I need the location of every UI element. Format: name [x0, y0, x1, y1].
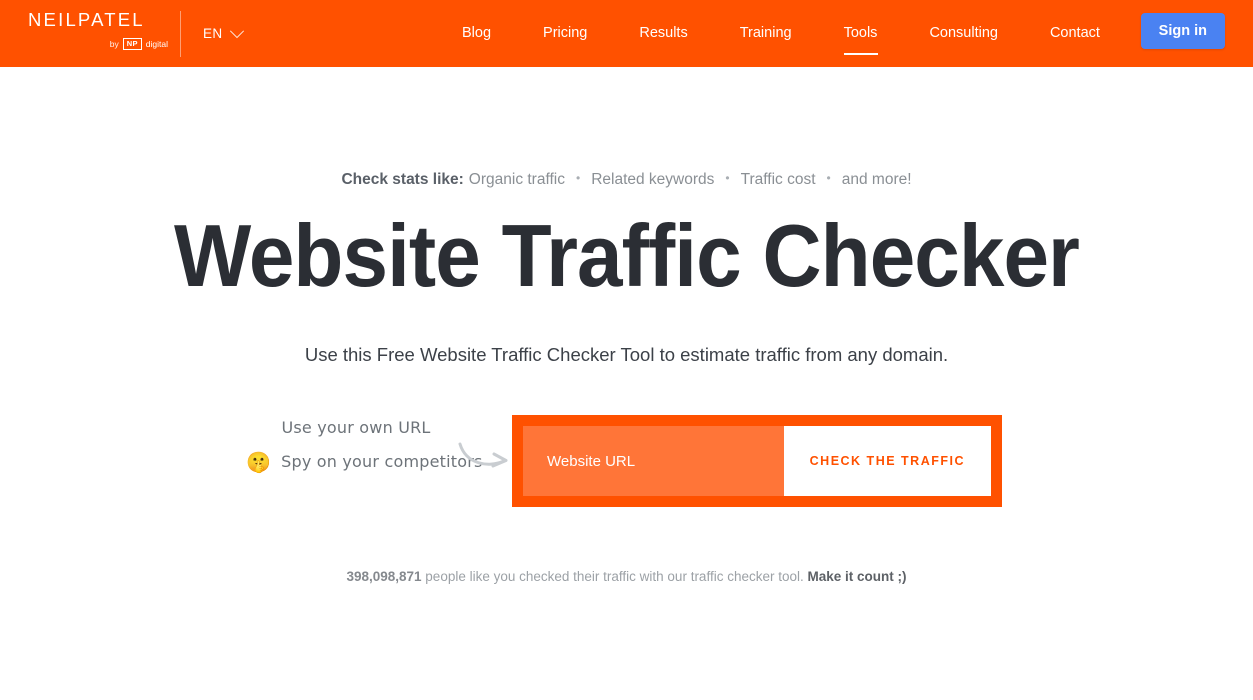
stats-label: Check stats like: — [341, 171, 464, 188]
nav-item-blog[interactable]: Blog — [436, 26, 517, 41]
stats-item-traffic-cost: Traffic cost — [740, 171, 816, 188]
nav-item-training[interactable]: Training — [714, 26, 818, 41]
nav-item-pricing[interactable]: Pricing — [517, 26, 613, 41]
page-title: Website Traffic Checker — [173, 205, 1080, 305]
stats-item-organic-traffic: Organic traffic — [468, 171, 565, 188]
search-form-row: Use your own URL 🤫 Spy on your competito… — [0, 410, 1253, 510]
annotation-spy-on-competitors: Spy on your competitors — [281, 452, 483, 471]
traffic-search-box: CHECK THE TRAFFIC — [512, 415, 1002, 507]
logo-np-mark: NP — [122, 38, 142, 50]
stats-item-and-more: and more! — [841, 171, 912, 188]
language-selector[interactable]: EN — [203, 23, 244, 41]
usage-counter-cta: Make it count ;) — [807, 569, 907, 584]
check-the-traffic-button[interactable]: CHECK THE TRAFFIC — [783, 426, 991, 496]
curved-arrow-icon — [458, 442, 508, 468]
header-divider — [180, 10, 181, 57]
usage-counter-text: people like you checked their traffic wi… — [421, 569, 804, 584]
page-subtitle: Use this Free Website Traffic Checker To… — [304, 343, 949, 365]
main-navigation: Blog Pricing Results Training Tools Cons… — [436, 0, 1126, 67]
stats-item-related-keywords: Related keywords — [591, 171, 715, 188]
nav-item-results[interactable]: Results — [613, 26, 713, 41]
annotation-use-your-own-url: Use your own URL — [281, 418, 431, 437]
nav-item-contact[interactable]: Contact — [1024, 26, 1126, 41]
chevron-down-icon — [229, 23, 244, 38]
stats-line: Check stats like: Organic traffic • Related… — [0, 172, 1253, 188]
stats-separator: • — [826, 171, 831, 185]
stats-separator: • — [576, 171, 581, 185]
usage-counter-count: 398,098,871 — [346, 569, 422, 584]
usage-counter: 398,098,871 people like you checked thei… — [0, 570, 1253, 584]
logo-digital-label: digital — [145, 38, 168, 49]
logo-subline: by NP digital — [28, 38, 168, 50]
nav-item-consulting[interactable]: Consulting — [903, 26, 1024, 41]
nav-item-tools[interactable]: Tools — [818, 26, 904, 41]
website-url-input[interactable] — [523, 426, 784, 496]
site-header: NEILPATEL by NP digital EN Blog Pricing … — [0, 0, 1253, 67]
language-value: EN — [203, 26, 223, 41]
logo-wordmark: NEILPATEL — [28, 8, 145, 30]
logo-by-label: by — [109, 38, 119, 49]
stats-separator: • — [725, 171, 730, 185]
hero-section: Check stats like: Organic traffic • Related… — [0, 67, 1253, 584]
shushing-face-emoji: 🤫 — [246, 450, 272, 474]
sign-in-button[interactable]: Sign in — [1140, 13, 1225, 49]
logo[interactable]: NEILPATEL by NP digital — [28, 8, 168, 57]
